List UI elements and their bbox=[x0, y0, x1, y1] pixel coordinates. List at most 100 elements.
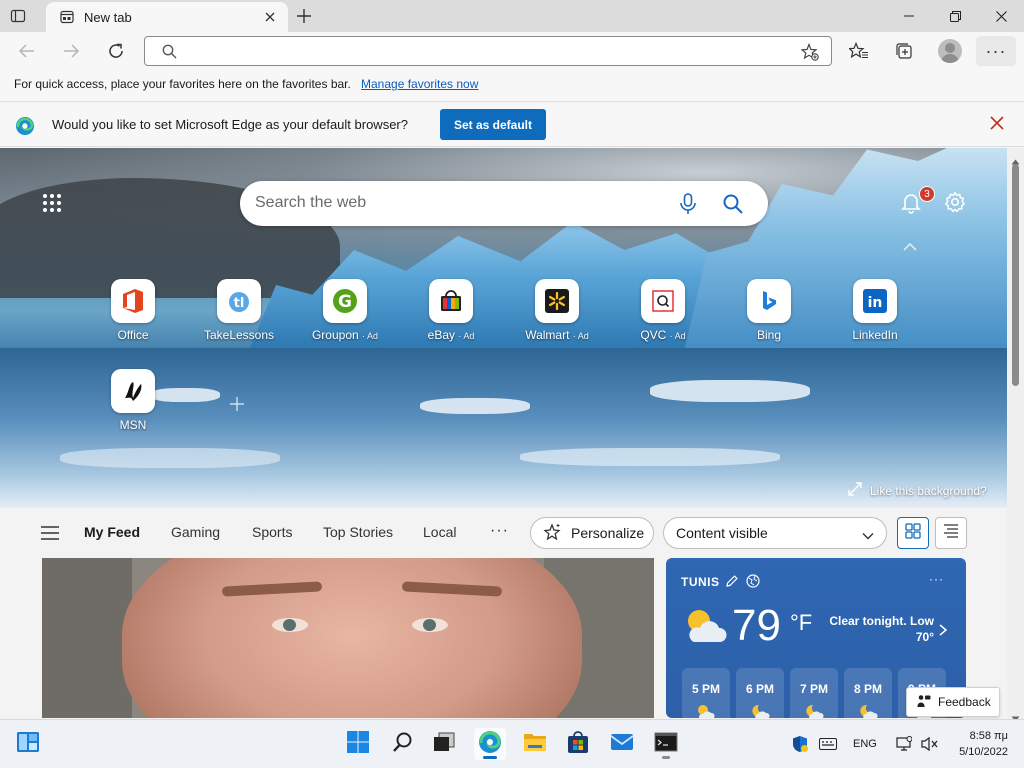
hourly-forecast-item: 6 PM bbox=[736, 668, 784, 718]
list-view-button[interactable] bbox=[935, 517, 967, 549]
list-view-icon bbox=[943, 523, 959, 543]
back-arrow-icon[interactable] bbox=[16, 40, 38, 62]
content-visibility-value: Content visible bbox=[676, 525, 768, 541]
add-shortcut-plus-icon[interactable] bbox=[229, 396, 245, 412]
taskbar-file-explorer[interactable] bbox=[519, 728, 551, 760]
collections-icon[interactable] bbox=[893, 40, 915, 62]
feedback-label: Feedback bbox=[938, 695, 991, 709]
feed-tab-sports[interactable]: Sports bbox=[252, 524, 292, 540]
page-scrollbar[interactable] bbox=[1007, 148, 1024, 722]
office-icon bbox=[111, 279, 155, 323]
globe-icon[interactable] bbox=[746, 574, 760, 588]
personalize-label: Personalize bbox=[571, 525, 645, 541]
profile-avatar[interactable] bbox=[938, 39, 962, 63]
favorites-icon[interactable] bbox=[848, 40, 870, 62]
ad-label: · Ad bbox=[572, 331, 589, 341]
quick-link-label: Walmart bbox=[525, 328, 570, 342]
minimize-button[interactable] bbox=[886, 0, 932, 32]
settings-and-more-button[interactable]: ··· bbox=[976, 36, 1016, 66]
restore-button[interactable] bbox=[932, 0, 978, 32]
weather-more-options[interactable]: ··· bbox=[929, 572, 944, 586]
refresh-icon[interactable] bbox=[105, 40, 127, 62]
moon-cloud-icon bbox=[750, 704, 770, 718]
partly-cloudy-icon bbox=[696, 704, 716, 718]
feed-tab-my-feed[interactable]: My Feed bbox=[84, 524, 140, 540]
walmart-icon bbox=[535, 279, 579, 323]
collapse-chevron-up-icon[interactable] bbox=[902, 240, 918, 252]
start-button[interactable] bbox=[342, 728, 374, 760]
quick-link-groupon[interactable]: G Groupon · Ad bbox=[300, 279, 390, 359]
task-view-button[interactable] bbox=[428, 728, 460, 760]
quick-link-takelessons[interactable]: tl TakeLessons bbox=[194, 279, 284, 359]
partly-cloudy-icon bbox=[682, 606, 728, 646]
scroll-up-icon[interactable] bbox=[1011, 152, 1020, 165]
like-background-button[interactable]: Like this background? bbox=[848, 482, 987, 499]
feed-tab-gaming[interactable]: Gaming bbox=[171, 524, 220, 540]
set-as-default-button[interactable]: Set as default bbox=[440, 109, 546, 140]
taskbar-terminal[interactable] bbox=[650, 728, 682, 760]
tab-title: New tab bbox=[84, 9, 132, 25]
new-tab-plus-icon[interactable] bbox=[296, 8, 312, 24]
weather-unit: °F bbox=[790, 610, 813, 635]
grid-view-button[interactable] bbox=[897, 517, 929, 549]
taskbar-edge[interactable] bbox=[474, 728, 506, 760]
address-input[interactable] bbox=[181, 42, 781, 60]
quick-link-bing[interactable]: Bing bbox=[724, 279, 814, 359]
personalize-button[interactable]: Personalize bbox=[530, 517, 654, 549]
taskbar-microsoft-store[interactable] bbox=[562, 728, 594, 760]
quick-link-office[interactable]: Office bbox=[88, 279, 178, 359]
default-browser-infobar: Would you like to set Microsoft Edge as … bbox=[0, 103, 1024, 147]
quick-link-msn[interactable]: MSN bbox=[88, 369, 178, 449]
search-submit-icon[interactable] bbox=[722, 193, 744, 215]
close-infobar-icon[interactable] bbox=[990, 116, 1008, 134]
quick-link-linkedin[interactable]: in LinkedIn bbox=[830, 279, 920, 359]
linkedin-icon: in bbox=[853, 279, 897, 323]
widgets-button[interactable] bbox=[12, 728, 44, 760]
taskbar-clock[interactable]: 8:58 πμ 5/10/2022 bbox=[948, 728, 1008, 760]
feed-tab-local[interactable]: Local bbox=[423, 524, 456, 540]
network-icon[interactable] bbox=[895, 735, 913, 753]
feed-tab-top-stories[interactable]: Top Stories bbox=[323, 524, 393, 540]
close-window-button[interactable] bbox=[978, 0, 1024, 32]
manage-favorites-link[interactable]: Manage favorites now bbox=[361, 77, 478, 91]
quick-link-ebay[interactable]: eBay · Ad bbox=[406, 279, 496, 359]
weather-city: TUNIS bbox=[681, 575, 720, 589]
web-search-input[interactable] bbox=[255, 193, 655, 213]
taskbar-search-button[interactable] bbox=[387, 728, 419, 760]
microphone-icon[interactable] bbox=[678, 193, 698, 215]
volume-muted-icon[interactable] bbox=[921, 735, 939, 753]
touch-keyboard-icon[interactable] bbox=[819, 735, 837, 753]
ad-label: · Ad bbox=[669, 331, 686, 341]
forward-arrow-icon[interactable] bbox=[60, 40, 82, 62]
input-language[interactable]: ENG bbox=[853, 738, 877, 750]
taskbar-mail[interactable] bbox=[606, 728, 638, 760]
address-bar[interactable] bbox=[144, 36, 832, 66]
scroll-down-icon[interactable] bbox=[1011, 709, 1020, 722]
hourly-forecast-item: 5 PM bbox=[682, 668, 730, 718]
feedback-button[interactable]: Feedback bbox=[906, 687, 1000, 717]
grid-view-icon bbox=[905, 522, 921, 544]
like-background-label: Like this background? bbox=[870, 483, 987, 498]
groupon-icon: G bbox=[323, 279, 367, 323]
browser-tab[interactable]: New tab bbox=[46, 2, 288, 32]
qvc-icon bbox=[641, 279, 685, 323]
tab-actions-icon[interactable] bbox=[10, 8, 26, 24]
web-search-box[interactable] bbox=[240, 181, 768, 226]
security-shield-icon[interactable] bbox=[791, 735, 809, 753]
hamburger-menu-icon[interactable] bbox=[41, 526, 59, 540]
page-settings-gear-icon[interactable] bbox=[943, 190, 967, 214]
quick-link-qvc[interactable]: QVC · Ad bbox=[618, 279, 708, 359]
quick-link-walmart[interactable]: Walmart · Ad bbox=[512, 279, 602, 359]
chevron-right-icon[interactable] bbox=[938, 623, 948, 636]
edit-location-pencil-icon[interactable] bbox=[725, 574, 739, 588]
new-tab-page-icon bbox=[60, 10, 74, 24]
tab-close-icon[interactable] bbox=[262, 9, 278, 25]
scrollbar-thumb[interactable] bbox=[1012, 164, 1019, 386]
add-favorite-star-icon[interactable] bbox=[800, 42, 819, 61]
quick-link-label: Office bbox=[117, 328, 149, 342]
news-card-image[interactable] bbox=[42, 558, 654, 718]
feedback-icon bbox=[917, 694, 931, 711]
more-feeds-button[interactable]: ··· bbox=[490, 522, 509, 540]
content-visibility-select[interactable]: Content visible bbox=[663, 517, 887, 549]
app-launcher-icon[interactable] bbox=[42, 193, 62, 213]
